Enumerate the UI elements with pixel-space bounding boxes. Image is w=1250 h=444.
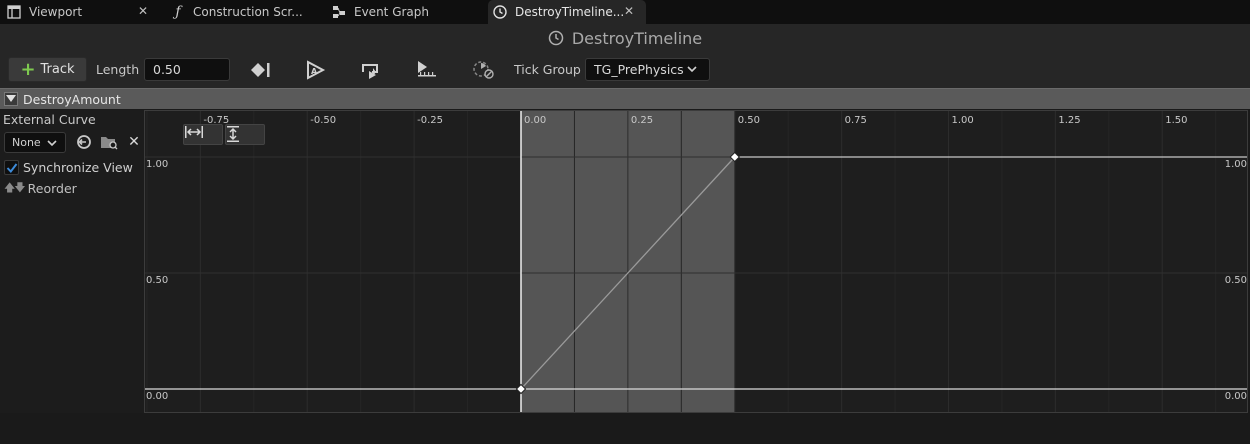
function-icon: ƒ (175, 4, 181, 20)
tab-event-graph[interactable]: Event Graph (327, 0, 477, 24)
x-tick-label: 0.50 (738, 115, 760, 126)
clock-icon (548, 30, 564, 46)
tab-label: Construction Scr... (193, 5, 303, 19)
y-tick-label-right: 0.00 (1225, 391, 1247, 402)
add-key-icon[interactable] (248, 59, 272, 81)
tick-group-select[interactable]: TG_PrePhysics (585, 58, 710, 81)
svg-text:A: A (311, 67, 318, 76)
tab-construction-script[interactable]: ƒ Construction Scr... (166, 0, 316, 24)
editor-tab-strip: Viewport ✕ ƒ Construction Scr... Event G… (0, 0, 1250, 24)
reorder-label: Reorder (27, 181, 77, 196)
reorder-control[interactable]: 🡅🡇 Reorder (4, 179, 77, 198)
y-tick-label: 0.00 (146, 391, 168, 402)
synchronize-view-label: Synchronize View (23, 160, 133, 175)
x-tick-label: 0.00 (524, 115, 546, 126)
title-text: DestroyTimeline (571, 28, 703, 48)
viewport-icon (6, 4, 22, 20)
ignore-time-dilation-icon[interactable] (472, 59, 496, 81)
chevron-down-icon (687, 66, 697, 73)
checkmark-icon (6, 162, 17, 173)
y-tick-label: 1.00 (146, 159, 168, 170)
add-track-label: Track (40, 62, 75, 77)
clear-icon[interactable]: ✕ (125, 133, 143, 151)
track-name: DestroyAmount (23, 91, 121, 107)
add-track-button[interactable]: + Track (8, 57, 87, 82)
track-options-panel: External Curve None ✕ Synchronize View 🡅… (0, 110, 144, 444)
y-tick-label-right: 0.50 (1225, 275, 1247, 286)
curve-graph[interactable]: -0.75 -0.50 -0.25 0.00 0.25 0.50 0.75 1.00 1.25 1… (144, 110, 1248, 413)
x-tick-label: 1.00 (952, 115, 974, 126)
length-label: Length (96, 62, 140, 77)
use-selected-icon[interactable] (75, 133, 93, 151)
zoom-to-fit-horizontal-button[interactable] (183, 124, 223, 145)
external-curve-label: External Curve (3, 112, 96, 127)
bottom-strip (0, 413, 1250, 444)
tab-label: Event Graph (354, 5, 429, 19)
synchronize-view-toggle[interactable]: Synchronize View (4, 160, 133, 175)
curve-select-value: None (12, 136, 41, 149)
tab-viewport[interactable]: Viewport ✕ (2, 0, 158, 24)
tab-label: Viewport (29, 5, 83, 19)
y-tick-label-right: 1.00 (1225, 159, 1247, 170)
x-tick-label: -0.50 (310, 115, 336, 126)
length-input[interactable]: 0.50 (144, 58, 230, 81)
tick-group-value: TG_PrePhysics (594, 62, 684, 77)
chevron-down-icon (47, 140, 57, 147)
browse-folder-icon[interactable] (100, 133, 118, 151)
close-icon[interactable]: ✕ (138, 4, 148, 18)
page-title: DestroyTimeline (548, 29, 702, 48)
x-tick-label: 1.50 (1165, 115, 1187, 126)
reorder-arrows-icon: 🡅🡇 (4, 181, 26, 194)
tab-label: DestroyTimeline... (515, 5, 625, 19)
zoom-to-fit-vertical-button[interactable] (225, 124, 265, 145)
fit-vertical-icon (227, 126, 239, 142)
y-tick-label: 0.50 (146, 275, 168, 286)
fit-horizontal-icon (185, 126, 203, 138)
synchronize-view-checkbox[interactable] (4, 160, 19, 175)
use-last-keyframe-icon[interactable] (415, 59, 439, 81)
tick-group-label: Tick Group (514, 62, 581, 77)
track-header[interactable]: DestroyAmount (0, 88, 1250, 109)
autoplay-icon[interactable]: A (303, 59, 327, 81)
close-icon[interactable]: ✕ (624, 4, 634, 18)
graph-icon (331, 4, 347, 20)
timeline-toolbar: + Track Length 0.50 A Tick Group TG_PreP… (0, 52, 1250, 88)
clock-icon (492, 4, 508, 20)
x-tick-label: 0.25 (631, 115, 653, 126)
x-tick-label: -0.25 (417, 115, 443, 126)
plus-icon: + (20, 58, 36, 80)
external-curve-select[interactable]: None (4, 132, 66, 153)
collapse-triangle-icon[interactable] (4, 92, 18, 106)
curve-graph-canvas[interactable]: -0.75 -0.50 -0.25 0.00 0.25 0.50 0.75 1.00 1.25 1… (145, 111, 1248, 413)
x-tick-label: 1.25 (1058, 115, 1080, 126)
x-tick-label: 0.75 (845, 115, 867, 126)
timeline-title-bar: DestroyTimeline (0, 24, 1250, 52)
tab-destroy-timeline[interactable]: DestroyTimeline... ✕ (488, 0, 646, 24)
loop-icon[interactable] (359, 59, 383, 81)
